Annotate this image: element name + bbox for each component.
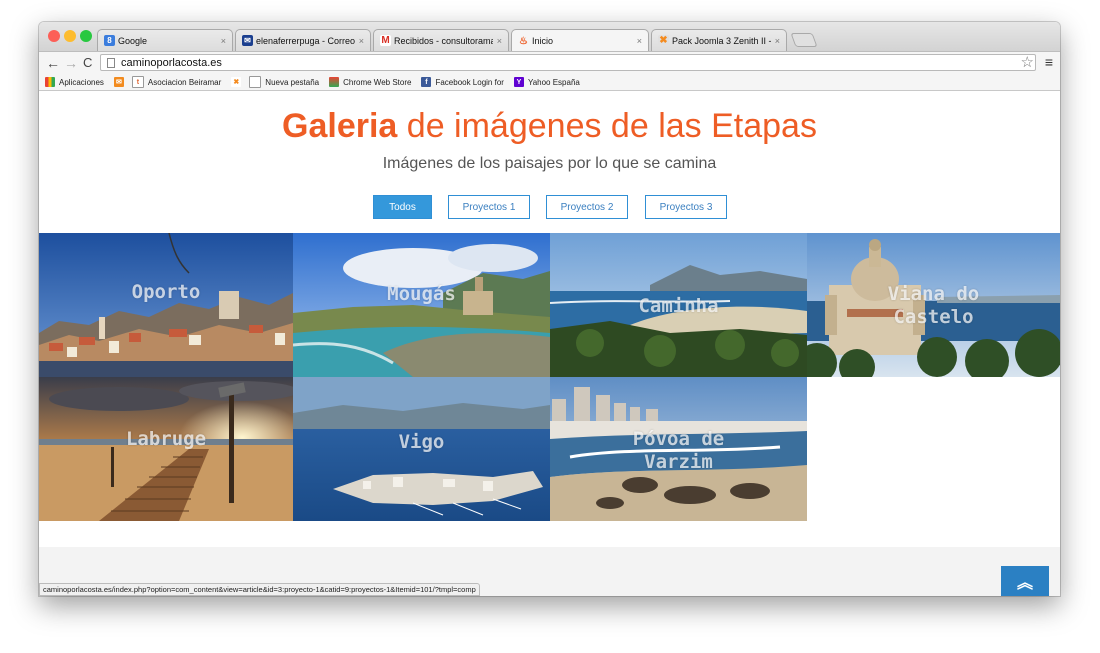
close-tab-icon[interactable]: × <box>359 36 364 46</box>
tab-title: Recibidos - consultoramal <box>394 35 493 46</box>
mail-icon: ✉ <box>242 35 253 46</box>
address-bar[interactable]: caminoporlacosta.es <box>100 54 1036 71</box>
yahoo-icon: Y <box>513 77 524 87</box>
tab-title: elenaferrerpuga - Correo Y <box>256 35 355 46</box>
gallery-item-mougas[interactable]: Mougás <box>293 233 550 377</box>
page-title-bold: Galeria <box>282 107 398 145</box>
browser-toolbar: ← → C caminoporlacosta.es ☆ ≡ <box>39 51 1060 75</box>
tab-title: Inicio <box>532 36 554 46</box>
status-bar: caminoporlacosta.es/index.php?option=com… <box>39 583 480 596</box>
bookmark-label: Facebook Login for <box>435 77 504 87</box>
web-page: Galeria de imágenes de las Etapas Imágen… <box>39 91 1060 596</box>
zoom-window-button[interactable] <box>80 30 92 42</box>
bookmark-yahoo[interactable]: Y Yahoo España <box>513 77 580 87</box>
bookmark-chrome-web-store[interactable]: Chrome Web Store <box>329 77 411 87</box>
gallery-item-viana-do-castelo[interactable]: Viana do Castelo <box>807 233 1060 377</box>
tab-title: Google <box>118 35 148 46</box>
bookmark-aplicaciones[interactable]: Aplicaciones <box>45 77 104 87</box>
gallery-item-label: Labruge <box>125 428 207 450</box>
bookmark-nueva-pestana[interactable]: Nueva pestaña <box>249 76 319 88</box>
close-window-button[interactable] <box>48 30 60 42</box>
page-icon <box>249 76 262 88</box>
bookmark-asociacion-beiramar[interactable]: t Asociacion Beiramar <box>131 76 222 88</box>
google-icon: 8 <box>104 35 115 46</box>
page-title: Galeria de imágenes de las Etapas <box>39 107 1060 146</box>
gallery-item-label: Mougás <box>387 283 456 305</box>
webstore-icon <box>329 77 340 87</box>
bookmark-label: Asociacion Beiramar <box>147 77 222 87</box>
bookmark-icon: ✉ <box>113 77 124 87</box>
bookmarks-bar: Aplicaciones ✉ t Asociacion Beiramar ✖ N… <box>39 74 1060 91</box>
bookmark-facebook-login[interactable]: f Facebook Login for <box>421 77 504 87</box>
bookmark-icon-only[interactable]: ✉ <box>113 77 128 87</box>
bookmark-label: Nueva pestaña <box>265 77 320 87</box>
tab-correo[interactable]: ✉ elenaferrerpuga - Correo Y × <box>235 29 371 51</box>
tab-inicio[interactable]: ♨ Inicio × <box>511 29 649 52</box>
bookmark-joomla[interactable]: ✖ <box>231 77 245 87</box>
close-tab-icon[interactable]: × <box>775 36 780 46</box>
forward-arrow-icon[interactable]: → <box>64 54 78 72</box>
minimize-window-button[interactable] <box>64 30 76 42</box>
gallery-item-povoa-de-varzim[interactable]: Póvoa de Varzim <box>550 377 807 521</box>
apps-grid-icon <box>45 77 55 87</box>
reload-icon[interactable]: C <box>83 54 92 72</box>
tab-pack-joomla[interactable]: ✖ Pack Joomla 3 Zenith II - A × <box>651 29 787 51</box>
oporto-photo <box>39 233 293 377</box>
bookmark-label: Aplicaciones <box>59 77 104 87</box>
bookmark-star-icon[interactable]: ☆ <box>1021 54 1034 71</box>
tab-strip: 8 Google × ✉ elenaferrerpuga - Correo Y … <box>39 22 1060 52</box>
back-to-top-button[interactable]: ︽ <box>1001 566 1049 596</box>
gallery-grid: Oporto Mougás Caminha Viana do Castelo L… <box>39 233 1060 521</box>
filter-proyectos-3-button[interactable]: Proyectos 3 <box>645 195 727 219</box>
tab-google[interactable]: 8 Google × <box>97 29 233 51</box>
menu-icon[interactable]: ≡ <box>1045 54 1053 71</box>
gmail-icon: M <box>380 35 391 46</box>
gallery-item-label: Oporto <box>131 281 201 303</box>
joomla-flame-icon: ♨ <box>519 35 528 47</box>
filter-proyectos-2-button[interactable]: Proyectos 2 <box>546 195 628 219</box>
gallery-item-oporto[interactable]: Oporto <box>39 233 293 377</box>
bookmark-icon: t <box>131 76 144 88</box>
gallery-item-label: Viana do Castelo <box>887 283 980 328</box>
tab-title: Pack Joomla 3 Zenith II - A <box>672 35 771 46</box>
double-chevron-up-icon: ︽ <box>1016 575 1033 592</box>
gallery-item-label: Póvoa de Varzim <box>632 428 725 473</box>
gallery-item-labruge[interactable]: Labruge <box>39 377 293 521</box>
bookmark-label: Yahoo España <box>527 77 580 87</box>
gallery-item-label: Caminha <box>638 295 719 317</box>
page-subtitle: Imágenes de los paisajes por lo que se c… <box>382 155 717 172</box>
tab-recibidos[interactable]: M Recibidos - consultoramal × <box>373 29 509 51</box>
close-tab-icon[interactable]: × <box>637 36 642 46</box>
joomla-icon: ✖ <box>658 35 669 46</box>
page-title-rest: de imágenes de las Etapas <box>397 107 817 145</box>
back-arrow-icon[interactable]: ← <box>46 54 60 72</box>
page-icon <box>107 57 115 68</box>
close-tab-icon[interactable]: × <box>497 36 502 46</box>
close-tab-icon[interactable]: × <box>221 36 226 46</box>
bookmark-label: Chrome Web Store <box>343 77 412 87</box>
browser-window: 8 Google × ✉ elenaferrerpuga - Correo Y … <box>39 22 1060 596</box>
gallery-item-vigo[interactable]: Vigo <box>293 377 550 521</box>
gallery-item-label: Vigo <box>398 431 445 453</box>
facebook-icon: f <box>421 77 432 87</box>
address-url[interactable]: caminoporlacosta.es <box>121 57 222 69</box>
filter-proyectos-1-button[interactable]: Proyectos 1 <box>448 195 530 219</box>
joomla-icon: ✖ <box>231 77 242 87</box>
gallery-item-caminha[interactable]: Caminha <box>550 233 807 377</box>
filter-todos-button[interactable]: Todos <box>373 195 432 219</box>
new-tab-button[interactable] <box>790 33 818 47</box>
